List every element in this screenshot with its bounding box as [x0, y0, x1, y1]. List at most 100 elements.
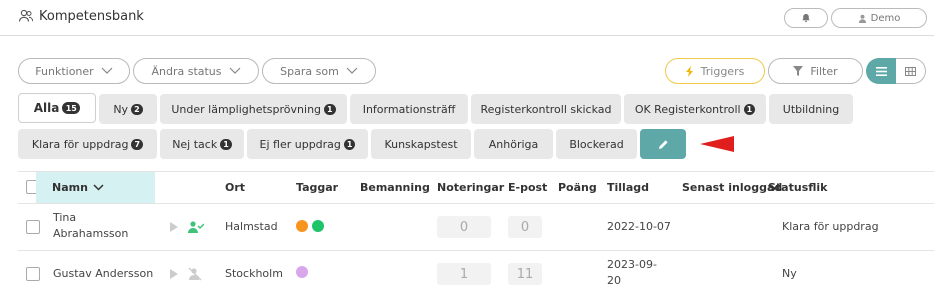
notifications-button[interactable] [784, 8, 828, 28]
play-icon[interactable] [170, 222, 178, 232]
column-header-statusflik[interactable]: Statusflik [768, 172, 827, 203]
tab-nej-tack[interactable]: Nej tack 1 [160, 129, 244, 159]
column-label: E-post [508, 181, 548, 194]
grid-icon [905, 66, 916, 76]
play-icon[interactable] [170, 269, 178, 279]
tab-label: Nej tack [172, 137, 218, 151]
chevron-down-icon [101, 67, 113, 74]
funktioner-dropdown[interactable]: Funktioner [18, 58, 130, 84]
column-label: Tillagd [607, 181, 649, 194]
spara-som-dropdown[interactable]: Spara som [262, 58, 376, 84]
chevron-down-icon [93, 184, 104, 191]
top-bar: Kompetensbank Demo [0, 0, 934, 36]
user-check-icon [188, 221, 204, 233]
tag-dot[interactable] [312, 220, 324, 232]
tab-label: Anhöriga [488, 137, 539, 151]
column-header-poang[interactable]: Poäng [558, 172, 597, 203]
epost-count[interactable]: 0 [508, 216, 542, 238]
red-arrow-annotation [700, 136, 734, 152]
column-header-namn[interactable]: Namn [36, 172, 155, 203]
column-header-epost[interactable]: E-post [508, 172, 547, 203]
chevron-down-icon [229, 67, 240, 74]
tab-count-badge: 1 [324, 103, 336, 115]
pencil-icon [658, 139, 668, 149]
cell-tags [296, 220, 328, 232]
column-header-ort[interactable]: Ort [225, 172, 245, 203]
edit-tabs-button[interactable] [640, 129, 686, 159]
tab-label: Utbildning [782, 102, 840, 116]
cell-tillagd: 2023-09- 20 [607, 257, 657, 289]
tab-utbildning[interactable]: Utbildning [769, 94, 853, 124]
triggers-button[interactable]: Triggers [665, 58, 765, 84]
column-header-tillagd[interactable]: Tillagd [607, 172, 649, 203]
cell-ort: Halmstad [225, 220, 278, 233]
tab-anhoriga[interactable]: Anhöriga [474, 129, 553, 159]
name-line: Abrahamsson [53, 227, 129, 240]
triggers-label: Triggers [700, 64, 745, 78]
column-header-bemanning[interactable]: Bemanning [360, 172, 430, 203]
tab-ny[interactable]: Ny 2 [99, 94, 157, 124]
candidate-name[interactable]: Gustav Andersson [53, 267, 153, 280]
lightning-icon [685, 65, 693, 77]
candidate-name[interactable]: Tina Abrahamsson [53, 210, 128, 242]
user-name: Demo [870, 12, 901, 24]
column-label: Poäng [558, 181, 597, 194]
table-row[interactable]: Tina Abrahamsson Halmstad 0 0 2022-10-07… [18, 203, 934, 250]
tab-alla[interactable]: Alla 15 [18, 93, 96, 123]
tab-label: Ej fler uppdrag [259, 137, 341, 151]
users-icon [18, 9, 34, 22]
row-checkbox[interactable] [26, 267, 40, 281]
list-view-button[interactable] [866, 58, 896, 84]
name-line: Tina [53, 211, 77, 224]
table-row[interactable]: Gustav Andersson Stockholm 1 11 2023-09-… [18, 250, 934, 298]
column-label: Ort [225, 181, 246, 194]
row-checkbox[interactable] [26, 220, 40, 234]
tab-under-lamplighetsprovning[interactable]: Under lämplighetsprövning 1 [160, 94, 347, 124]
grid-view-button[interactable] [896, 58, 926, 84]
tab-kunskapstest[interactable]: Kunskapstest [371, 129, 471, 159]
tag-dot[interactable] [296, 266, 308, 278]
user-off-icon [188, 267, 202, 281]
spara-som-label: Spara som [280, 64, 339, 78]
noteringar-count[interactable]: 0 [437, 216, 491, 238]
noteringar-count[interactable]: 1 [437, 263, 491, 285]
cell-tillagd: 2022-10-07 [607, 220, 671, 233]
column-header-taggar[interactable]: Taggar [296, 172, 338, 203]
column-header-noteringar[interactable]: Noteringar [437, 172, 504, 203]
funnel-icon [793, 66, 804, 76]
tab-informationstraff[interactable]: Informationsträff [350, 94, 468, 124]
tab-ok-registerkontroll[interactable]: OK Registerkontroll 1 [624, 94, 766, 124]
user-icon [858, 14, 866, 23]
filter-button[interactable]: Filter [768, 58, 863, 84]
app-title: Kompetensbank [18, 8, 144, 24]
cell-tags [296, 266, 312, 278]
page-title: Kompetensbank [39, 8, 144, 24]
tab-label: Alla [33, 101, 60, 115]
tab-blockerad[interactable]: Blockerad [556, 129, 637, 159]
cell-statusflik: Ny [782, 267, 797, 280]
epost-count[interactable]: 11 [508, 263, 542, 285]
tab-label: Kunskapstest [384, 137, 458, 151]
date-line: 20 [607, 274, 621, 287]
tab-label: Ny [113, 102, 129, 116]
column-label: Namn [52, 181, 88, 194]
column-label: Bemanning [360, 181, 430, 194]
list-icon [875, 66, 887, 76]
column-label: Taggar [296, 181, 339, 194]
filter-label: Filter [810, 64, 838, 78]
tab-label: Registerkontroll skickad [480, 102, 612, 116]
tab-label: Klara för uppdrag [31, 137, 129, 151]
tab-count-badge: 2 [131, 103, 143, 115]
column-label: Statusflik [768, 181, 828, 194]
andra-status-label: Ändra status [151, 64, 222, 78]
tab-count-badge: 15 [62, 102, 81, 114]
user-menu-button[interactable]: Demo [831, 8, 927, 28]
tab-label: Informationsträff [362, 102, 456, 116]
tab-klara-for-uppdrag[interactable]: Klara för uppdrag 7 [18, 129, 157, 159]
andra-status-dropdown[interactable]: Ändra status [133, 58, 259, 84]
tab-ej-fler-uppdrag[interactable]: Ej fler uppdrag 1 [247, 129, 368, 159]
tag-dot[interactable] [296, 220, 308, 232]
tab-registerkontroll-skickad[interactable]: Registerkontroll skickad [471, 94, 621, 124]
cell-ort: Stockholm [225, 267, 283, 280]
tab-label: Blockerad [569, 137, 624, 151]
